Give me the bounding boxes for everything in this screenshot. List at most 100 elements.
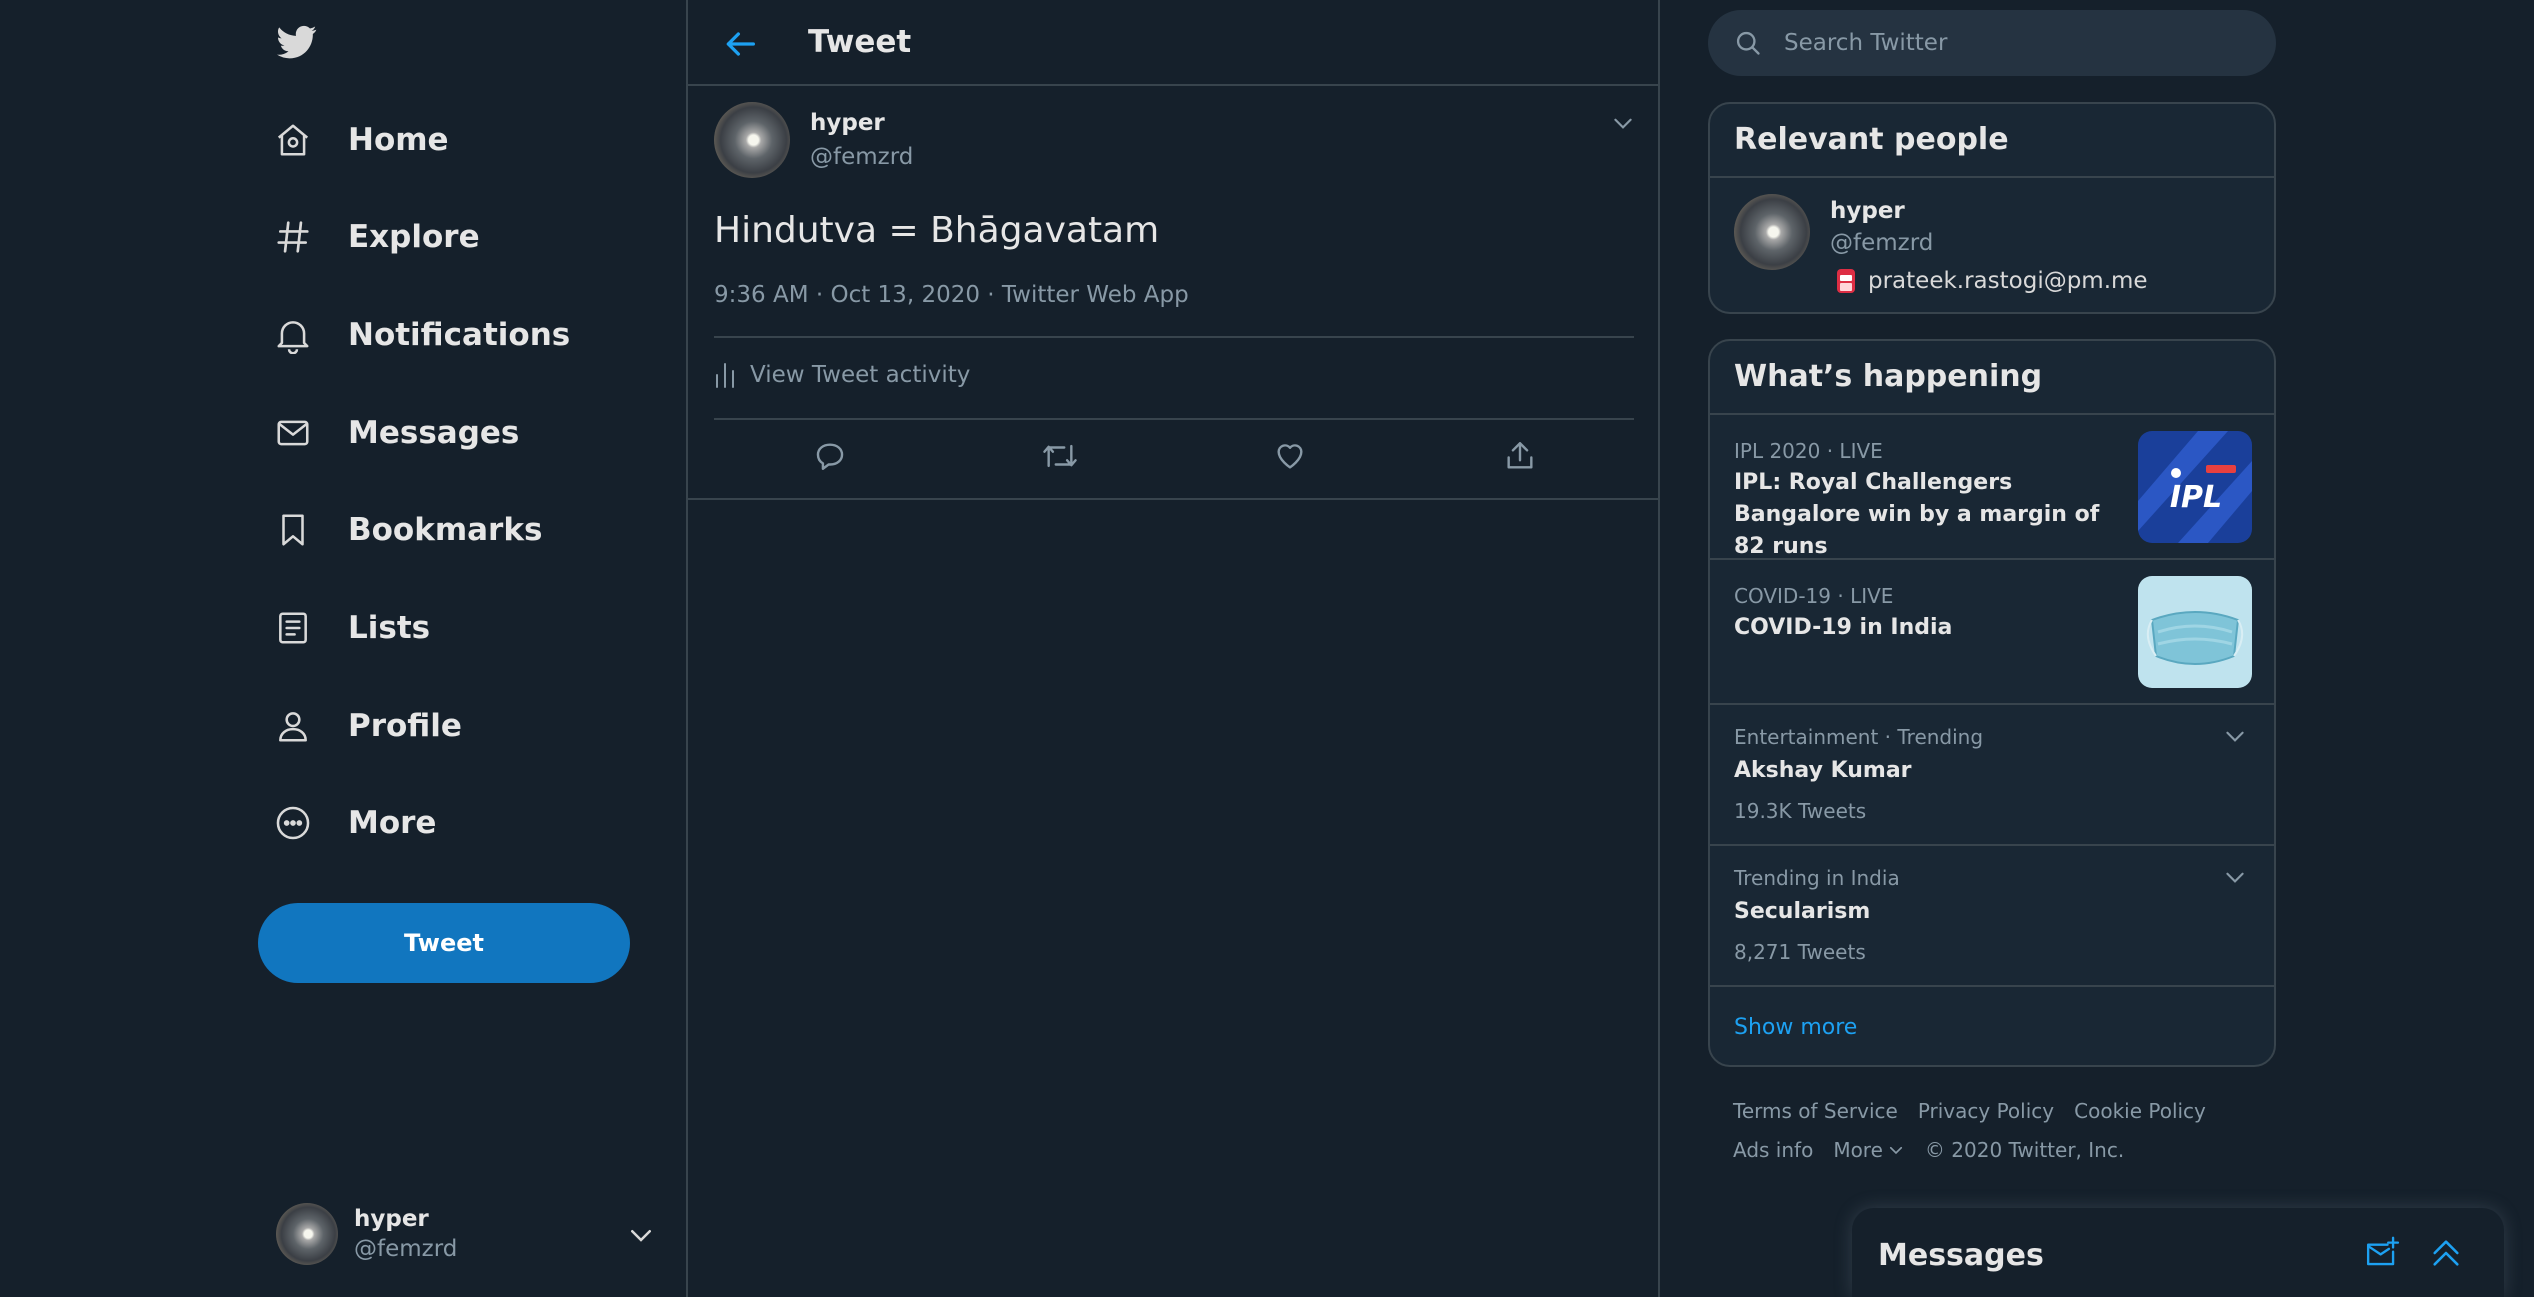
nav-messages-label: Messages xyxy=(348,415,520,451)
left-sidebar: Home Explore Notifications Messages Book… xyxy=(0,0,688,1297)
reply-button[interactable] xyxy=(810,436,850,476)
nav-profile[interactable]: Profile xyxy=(272,692,462,760)
nav-explore-label: Explore xyxy=(348,219,480,255)
trend-item[interactable]: IPL 2020 · LIVE IPL: Royal Challengers B… xyxy=(1710,415,2274,560)
copyright: © 2020 Twitter, Inc. xyxy=(1924,1138,2125,1162)
search-input[interactable] xyxy=(1784,30,2224,56)
chevron-down-icon[interactable] xyxy=(2222,723,2248,749)
hashtag-icon xyxy=(272,216,314,258)
nav-bookmarks[interactable]: Bookmarks xyxy=(272,496,542,564)
trend-title: IPL: Royal Challengers Bangalore win by … xyxy=(1734,470,2100,559)
chevron-down-icon xyxy=(1889,1146,1902,1155)
like-button[interactable] xyxy=(1270,436,1310,476)
postbox-icon xyxy=(1837,269,1855,293)
footer-more-label: More xyxy=(1833,1138,1883,1162)
messages-dock[interactable]: Messages xyxy=(1852,1208,2504,1297)
privacy-link[interactable]: Privacy Policy xyxy=(1918,1099,2054,1123)
nav-more[interactable]: More xyxy=(272,789,436,857)
envelope-icon xyxy=(272,412,314,454)
bookmark-icon xyxy=(272,509,314,551)
bell-icon xyxy=(272,314,314,356)
view-tweet-activity[interactable]: View Tweet activity xyxy=(714,362,970,388)
chevron-down-icon[interactable] xyxy=(1610,110,1636,136)
ads-info-link[interactable]: Ads info xyxy=(1733,1138,1813,1162)
messages-dock-title: Messages xyxy=(1878,1238,2044,1273)
relevant-people-card: Relevant people hyper @femzrd prateek.ra… xyxy=(1708,102,2276,314)
person-bio-text: prateek.rastogi@pm.me xyxy=(1868,268,2148,294)
avatar xyxy=(276,1203,338,1265)
back-arrow-icon[interactable] xyxy=(720,24,760,64)
list-icon xyxy=(272,607,314,649)
account-switcher[interactable]: hyper @femzrd xyxy=(276,1200,656,1268)
trend-item[interactable]: Entertainment · Trending Akshay Kumar 19… xyxy=(1710,705,2274,846)
trend-count: 19.3K Tweets xyxy=(1734,799,1867,823)
trend-count: 8,271 Tweets xyxy=(1734,940,1866,964)
tweet-author-handle[interactable]: @femzrd xyxy=(810,144,913,170)
chevron-down-icon[interactable] xyxy=(2222,864,2248,890)
footer-links: Terms of Service Privacy Policy Cookie P… xyxy=(1733,1099,2226,1123)
avatar[interactable] xyxy=(714,102,790,178)
page-title: Tweet xyxy=(808,24,912,60)
retweet-icon xyxy=(1043,444,1077,468)
view-tweet-activity-label: View Tweet activity xyxy=(750,362,971,388)
retweet-button[interactable] xyxy=(1040,436,1080,476)
twitter-app: Home Explore Notifications Messages Book… xyxy=(0,0,2534,1297)
trend-item[interactable]: COVID-19 · LIVE COVID-19 in India xyxy=(1710,560,2274,705)
footer-links-row2: Ads info More © 2020 Twitter, Inc. xyxy=(1733,1138,2144,1162)
new-message-icon[interactable] xyxy=(2364,1236,2400,1270)
main-column: Tweet hyper @femzrd Hindutva = Bhāgavata… xyxy=(688,0,1660,1297)
cookie-link[interactable]: Cookie Policy xyxy=(2074,1099,2206,1123)
search-bar[interactable] xyxy=(1708,10,2276,76)
trend-title: Akshay Kumar xyxy=(1734,758,1912,783)
show-more-link[interactable]: Show more xyxy=(1710,987,2274,1065)
footer-more-link[interactable]: More xyxy=(1833,1138,1905,1162)
reply-icon xyxy=(816,443,844,470)
nav-home[interactable]: Home xyxy=(272,106,449,174)
more-circle-icon xyxy=(272,802,314,844)
nav-explore[interactable]: Explore xyxy=(272,203,480,271)
trend-context: COVID-19 · LIVE xyxy=(1734,584,1894,608)
trend-context: Entertainment · Trending xyxy=(1734,725,1984,749)
share-button[interactable] xyxy=(1500,436,1540,476)
terms-link[interactable]: Terms of Service xyxy=(1733,1099,1898,1123)
account-handle: @femzrd xyxy=(354,1236,458,1262)
bar-chart-icon xyxy=(716,363,734,388)
tweet-button[interactable]: Tweet xyxy=(258,903,630,983)
ipl-logo-image: IPL xyxy=(2138,431,2252,543)
tweet-timestamp[interactable]: 9:36 AM · Oct 13, 2020 · Twitter Web App xyxy=(714,282,1189,308)
nav-notifications-label: Notifications xyxy=(348,317,571,353)
person-icon xyxy=(272,705,314,747)
heart-icon xyxy=(1277,444,1303,469)
trend-item[interactable]: Trending in India Secularism 8,271 Tweet… xyxy=(1710,846,2274,987)
nav-notifications[interactable]: Notifications xyxy=(272,301,570,369)
avatar[interactable] xyxy=(1734,194,1810,270)
nav-lists-label: Lists xyxy=(348,610,431,646)
nav-more-label: More xyxy=(348,805,437,841)
person-name[interactable]: hyper xyxy=(1830,198,1905,224)
main-header: Tweet xyxy=(688,0,1658,86)
trend-context: IPL 2020 · LIVE xyxy=(1734,439,1883,463)
relevant-person[interactable]: hyper @femzrd prateek.rastogi@pm.me xyxy=(1710,178,2274,310)
nav-profile-label: Profile xyxy=(348,708,462,744)
trend-context: Trending in India xyxy=(1734,866,1900,890)
chevron-down-icon xyxy=(631,1230,651,1242)
tweet-detail: hyper @femzrd Hindutva = Bhāgavatam 9:36… xyxy=(688,86,1658,500)
nav-messages[interactable]: Messages xyxy=(272,399,519,467)
divider xyxy=(714,336,1634,338)
tweet-author-name[interactable]: hyper xyxy=(810,110,885,136)
person-bio: prateek.rastogi@pm.me xyxy=(1836,268,2148,294)
whats-happening-title: What’s happening xyxy=(1710,341,2274,415)
account-name: hyper xyxy=(354,1206,429,1232)
share-icon xyxy=(1507,442,1533,469)
relevant-people-title: Relevant people xyxy=(1710,104,2274,178)
trend-title: Secularism xyxy=(1734,899,1871,924)
svg-text:IPL: IPL xyxy=(2170,480,2222,515)
chevron-up-double-icon[interactable] xyxy=(2428,1236,2464,1270)
twitter-logo-icon[interactable] xyxy=(274,22,320,62)
home-icon xyxy=(272,119,314,161)
nav-bookmarks-label: Bookmarks xyxy=(348,512,543,548)
nav-lists[interactable]: Lists xyxy=(272,594,430,662)
trend-title: COVID-19 in India xyxy=(1734,615,1953,640)
whats-happening-card: What’s happening IPL 2020 · LIVE IPL: Ro… xyxy=(1708,339,2276,1067)
person-handle[interactable]: @femzrd xyxy=(1830,230,1933,256)
